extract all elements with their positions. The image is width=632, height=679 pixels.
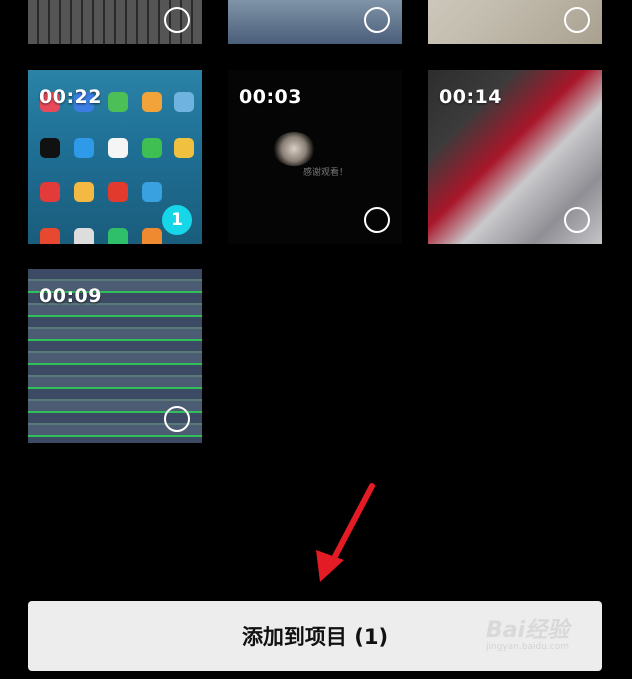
video-duration: 00:22: [39, 86, 102, 108]
video-thumbnail-phone-home[interactable]: 00:22 1: [28, 70, 202, 244]
app-icon: [108, 228, 128, 244]
app-icon: [74, 182, 94, 202]
selection-badge[interactable]: 1: [162, 205, 192, 235]
app-icon: [108, 92, 128, 112]
app-icon: [142, 228, 162, 244]
app-icon: [74, 228, 94, 244]
app-icon: [74, 138, 94, 158]
select-circle-icon[interactable]: [364, 7, 390, 33]
app-icon: [40, 138, 60, 158]
app-icon: [142, 182, 162, 202]
select-circle-icon[interactable]: [364, 207, 390, 233]
video-thumbnail-stadium[interactable]: 00:09: [28, 269, 202, 443]
video-duration: 00:14: [439, 86, 502, 108]
video-duration: 00:09: [39, 285, 102, 307]
select-circle-icon[interactable]: [564, 7, 590, 33]
app-icon: [108, 182, 128, 202]
video-thumbnail-rice[interactable]: [428, 0, 602, 44]
app-icon: [174, 138, 194, 158]
baidu-jingyan-watermark: Bai经验 jingyan.baidu.com: [486, 612, 569, 652]
app-icon: [142, 92, 162, 112]
select-circle-icon[interactable]: [564, 207, 590, 233]
light-blob: [273, 132, 315, 166]
red-arrow-icon: [316, 483, 375, 582]
watermark-url: jingyan.baidu.com: [486, 642, 570, 652]
app-icon: [108, 138, 128, 158]
select-circle-icon[interactable]: [164, 7, 190, 33]
video-thumbnail-motion-blur[interactable]: 00:14: [428, 70, 602, 244]
app-icon: [40, 182, 60, 202]
app-icon: [40, 228, 60, 244]
video-duration: 00:03: [239, 86, 302, 108]
video-thumbnail-dark[interactable]: 感谢观看！ 00:03: [228, 70, 402, 244]
app-icon: [174, 92, 194, 112]
app-icon: [142, 138, 162, 158]
video-thumbnail-keyboard[interactable]: [28, 0, 202, 44]
media-picker-screen: 00:22 1 感谢观看！ 00:03 00:14 00:09 添加到项目 (1…: [0, 0, 632, 679]
video-thumbnail-people[interactable]: [228, 0, 402, 44]
video-caption-text: 感谢观看！: [303, 168, 349, 178]
select-circle-icon[interactable]: [164, 406, 190, 432]
watermark-brand: Bai经验: [486, 618, 570, 643]
